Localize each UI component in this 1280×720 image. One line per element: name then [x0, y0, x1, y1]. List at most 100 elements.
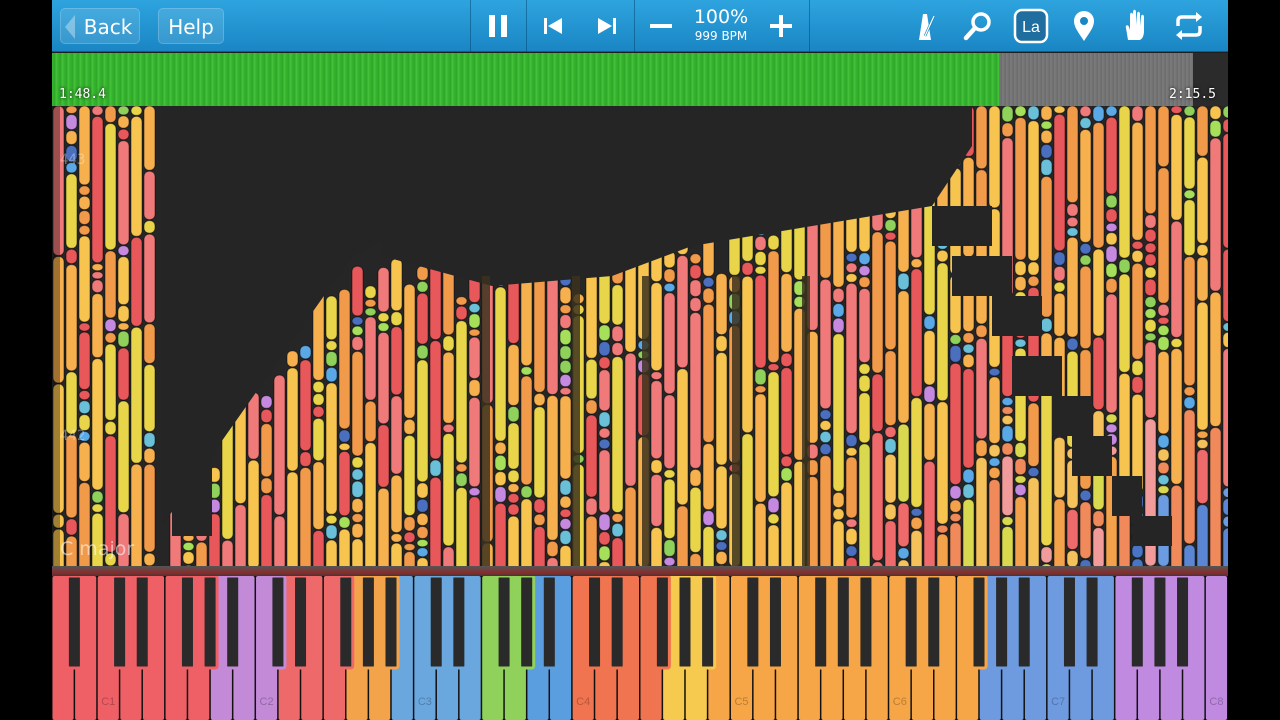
note-bar: [1105, 423, 1118, 434]
note-bar: [507, 406, 520, 423]
note-bar: [1222, 322, 1228, 332]
note-bar: [1144, 266, 1157, 279]
note-bar: [1157, 106, 1170, 168]
note-bar: [858, 374, 871, 393]
note-bar: [455, 463, 468, 473]
empty-region: [172, 336, 212, 536]
note-bar: [689, 297, 702, 313]
empty-region: [1112, 476, 1142, 516]
note-bar: [559, 373, 572, 388]
note-bar: [715, 465, 728, 530]
note-bar: [312, 393, 325, 406]
timeline-scrubber[interactable]: 1:48.4 2:15.5: [52, 53, 1228, 106]
pause-icon[interactable]: [478, 6, 518, 46]
note-waterfall[interactable]: 443 442 C major: [52, 106, 1228, 566]
note-bar: [104, 123, 117, 251]
note-bar: [1053, 251, 1066, 266]
note-bar: [1105, 116, 1118, 195]
note-bar: [910, 397, 923, 508]
note-bar: [364, 307, 377, 317]
note-bar: [1157, 324, 1170, 337]
black-key: [970, 576, 988, 670]
note-bar: [663, 292, 676, 395]
black-key: [495, 576, 513, 670]
loop-icon[interactable]: [1169, 6, 1209, 46]
note-bar: [91, 106, 104, 116]
note-bar: [338, 528, 351, 566]
note-bar: [442, 335, 455, 352]
note-bar: [442, 423, 455, 434]
note-bar: [455, 486, 468, 566]
note-bar: [1118, 258, 1131, 274]
hand-icon[interactable]: [1116, 6, 1156, 46]
note-bar: [858, 443, 871, 566]
note-bar: [1157, 474, 1170, 486]
note-bar: [1001, 525, 1014, 566]
note-bar: [650, 380, 663, 460]
note-bar: [1131, 262, 1144, 360]
key-signature-label: C major: [60, 538, 135, 560]
note-bar: [468, 313, 481, 329]
empty-region: [932, 206, 992, 246]
note-bar: [78, 390, 91, 401]
note-bar: [988, 457, 1001, 467]
zoom-icon[interactable]: [958, 6, 998, 46]
note-bar: [468, 328, 481, 337]
note-bar: [910, 507, 923, 517]
black-key: [201, 576, 219, 670]
note-bar: [260, 494, 273, 566]
note-bar: [455, 305, 468, 321]
plus-icon[interactable]: [761, 6, 801, 46]
note-bar: [312, 405, 325, 418]
note-bar: [507, 515, 520, 566]
note-bar: [143, 170, 156, 221]
note-bar: [1040, 129, 1053, 144]
note-bar: [936, 262, 949, 402]
note-bar: [702, 276, 715, 288]
note-bar: [1014, 275, 1027, 292]
skip-back-icon[interactable]: [533, 6, 573, 46]
note-bar: [1196, 430, 1209, 439]
back-button[interactable]: Back: [60, 8, 140, 44]
note-bar: [1157, 485, 1170, 495]
minus-icon[interactable]: [641, 6, 681, 46]
note-bar: [884, 218, 897, 232]
measure-number: 443: [60, 152, 86, 168]
octave-label: C4: [576, 696, 591, 708]
note-bar: [1144, 106, 1157, 215]
note-bar: [923, 460, 936, 566]
empty-region: [1052, 396, 1092, 436]
help-button[interactable]: Help: [158, 8, 224, 44]
note-bar: [1196, 256, 1209, 302]
note-bar: [65, 264, 78, 372]
falling-notes: [52, 106, 1228, 566]
note-bar: [1066, 227, 1079, 237]
note-bar: [1053, 281, 1066, 293]
skip-forward-icon[interactable]: [587, 6, 627, 46]
note-bar: [351, 497, 364, 514]
note-bar: [988, 478, 1001, 566]
note-bar: [130, 236, 143, 327]
note-bar: [455, 472, 468, 487]
note-bar: [689, 468, 702, 487]
note-bar: [1066, 203, 1079, 217]
note-bar: [1170, 106, 1183, 115]
note-bar: [1040, 175, 1053, 318]
note-bar: [585, 497, 598, 516]
label-icon[interactable]: La: [1011, 6, 1051, 46]
note-bar: [845, 556, 858, 566]
note-bar: [598, 341, 611, 357]
note-bar: [845, 545, 858, 557]
piano-keyboard[interactable]: C1 C2 C3 C4 C5 C6 C7 C8: [52, 576, 1228, 720]
note-bar: [416, 280, 429, 293]
toolbar-divider: [634, 0, 635, 52]
note-bar: [1079, 129, 1092, 243]
note-bar: [1014, 116, 1027, 261]
note-bar: [962, 368, 975, 469]
marker-icon[interactable]: [1064, 6, 1104, 46]
metronome-icon[interactable]: [905, 6, 945, 46]
note-bar: [546, 395, 559, 541]
note-bar: [910, 529, 923, 566]
note-bar: [650, 459, 663, 474]
note-bar: [104, 332, 117, 344]
